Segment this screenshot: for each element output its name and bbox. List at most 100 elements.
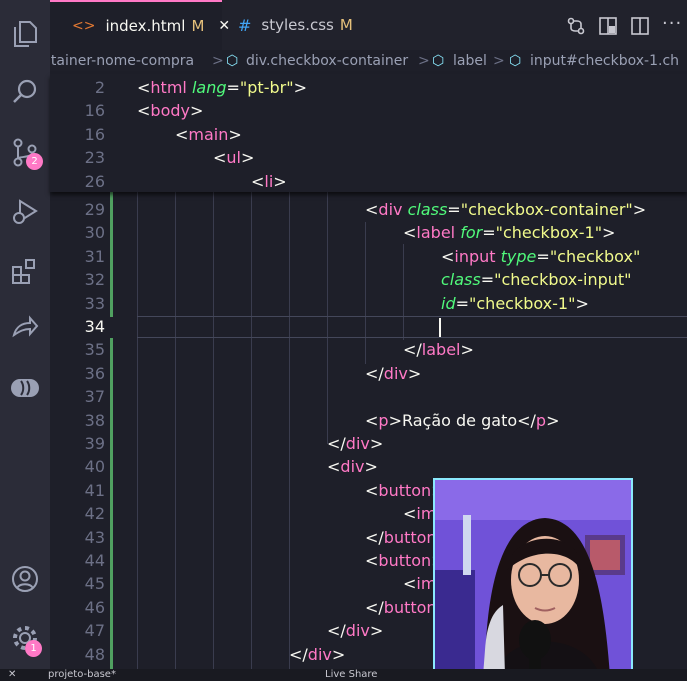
code-token: p bbox=[378, 410, 389, 430]
code-token: > bbox=[293, 78, 307, 97]
breadcrumb-item[interactable]: div.checkbox-container bbox=[246, 53, 408, 69]
line-number: 26 bbox=[84, 171, 105, 191]
code-token: > bbox=[228, 124, 242, 144]
editor-tab-bar: <> index.html M ✕ # styles.css M ··· bbox=[50, 0, 687, 50]
line-number: 38 bbox=[84, 410, 105, 430]
code-token: < bbox=[403, 504, 417, 524]
accounts-icon[interactable] bbox=[9, 563, 41, 595]
breadcrumb-separator: > bbox=[493, 53, 505, 69]
code-line[interactable]: 36 </div> bbox=[50, 362, 687, 385]
code-token: < bbox=[137, 78, 151, 97]
line-number: 43 bbox=[84, 527, 105, 547]
code-token: > bbox=[546, 410, 560, 430]
code-line[interactable]: 16 <body> bbox=[50, 99, 687, 122]
code-line[interactable]: 33 id="checkbox-1"> bbox=[50, 292, 687, 315]
code-text: <div class="checkbox-container"> bbox=[365, 198, 646, 221]
remote-explorer-icon[interactable] bbox=[9, 372, 41, 404]
breadcrumb-item[interactable]: input#checkbox-1.ch bbox=[530, 53, 679, 69]
line-number: 34 bbox=[84, 317, 105, 336]
line-number: 32 bbox=[84, 270, 105, 290]
code-token: > bbox=[364, 457, 378, 477]
tab-styles-css[interactable]: # styles.css M bbox=[222, 0, 353, 50]
source-control-badge: 2 bbox=[26, 153, 43, 170]
code-token: div bbox=[345, 434, 370, 453]
breadcrumb-item[interactable]: ntainer-nome-compra bbox=[50, 53, 194, 69]
code-token: = bbox=[480, 270, 495, 290]
live-share-status[interactable]: Live Share bbox=[325, 669, 377, 680]
code-token: > bbox=[407, 363, 422, 383]
code-token: < bbox=[403, 223, 417, 243]
code-token: body bbox=[150, 101, 190, 121]
code-line[interactable]: 26 <li> bbox=[50, 170, 687, 193]
code-token: > bbox=[602, 223, 616, 243]
compare-changes-icon[interactable] bbox=[566, 16, 586, 40]
code-token: < bbox=[137, 101, 151, 121]
search-icon[interactable] bbox=[9, 76, 41, 108]
code-token: "checkbox" bbox=[549, 246, 641, 266]
explorer-icon[interactable] bbox=[9, 18, 41, 50]
cube-icon: ⬡ bbox=[226, 53, 239, 69]
code-token: lang bbox=[191, 78, 227, 97]
accounts-badge: 1 bbox=[25, 640, 42, 657]
code-line[interactable]: 23 <ul> bbox=[50, 146, 687, 169]
extensions-icon[interactable] bbox=[9, 255, 41, 287]
line-number: 29 bbox=[84, 200, 105, 219]
code-line[interactable]: 16 <main> bbox=[50, 123, 687, 146]
sticky-scroll-header[interactable]: 2 <html lang="pt-br"> 16 <body> 16 <main> 23 <u… bbox=[50, 74, 687, 192]
code-token: = bbox=[482, 223, 496, 243]
code-token: < bbox=[365, 200, 379, 219]
code-token: < bbox=[213, 148, 227, 168]
code-token: </ bbox=[365, 363, 384, 383]
tab-modified-indicator: M bbox=[191, 17, 205, 35]
more-actions-icon[interactable]: ··· bbox=[662, 13, 682, 34]
code-token: </ bbox=[365, 597, 384, 617]
breadcrumb-separator: > bbox=[418, 53, 430, 69]
line-number: 2 bbox=[94, 78, 105, 97]
code-token: < bbox=[365, 480, 379, 500]
code-text: <label for="checkbox-1"> bbox=[403, 221, 615, 244]
code-token: > bbox=[273, 171, 287, 191]
code-token: html bbox=[150, 78, 187, 97]
code-line[interactable]: 2 <html lang="pt-br"> bbox=[50, 76, 687, 99]
run-debug-icon[interactable] bbox=[9, 195, 41, 227]
code-token: button bbox=[378, 480, 432, 500]
code-line[interactable]: 31 <input type="checkbox" bbox=[50, 245, 687, 268]
code-token: < bbox=[441, 246, 455, 266]
code-token: button bbox=[383, 527, 437, 547]
line-number: 44 bbox=[84, 551, 105, 570]
breadcrumb-item[interactable]: label bbox=[453, 53, 487, 69]
code-line[interactable]: 37 bbox=[50, 385, 687, 408]
code-token: div bbox=[383, 363, 408, 383]
remote-indicator-icon[interactable]: ✕ bbox=[8, 669, 16, 680]
code-line[interactable]: 39 </div> bbox=[50, 432, 687, 455]
code-token: "checkbox-1" bbox=[469, 293, 576, 313]
line-number: 45 bbox=[84, 574, 105, 594]
code-token: ul bbox=[226, 148, 241, 168]
git-branch[interactable]: projeto-base* bbox=[48, 669, 116, 680]
open-preview-icon[interactable] bbox=[598, 16, 618, 40]
code-token: < bbox=[365, 551, 379, 570]
tab-index-html[interactable]: <> index.html M ✕ bbox=[50, 0, 230, 50]
code-line[interactable]: 40 <div> bbox=[50, 455, 687, 478]
code-line[interactable]: 32 class="checkbox-input" bbox=[50, 268, 687, 291]
code-token: label bbox=[416, 223, 456, 243]
css-file-icon: # bbox=[238, 15, 252, 35]
html-file-icon: <> bbox=[72, 18, 96, 34]
line-number: 35 bbox=[84, 340, 105, 360]
code-token: > bbox=[331, 644, 346, 664]
code-token: id bbox=[441, 293, 456, 313]
code-text: id="checkbox-1"> bbox=[441, 292, 589, 315]
line-number: 33 bbox=[84, 293, 105, 313]
code-line[interactable]: 29 <div class="checkbox-container"> bbox=[50, 198, 687, 221]
presenter-video-image bbox=[435, 480, 631, 676]
code-text: </div> bbox=[365, 362, 421, 385]
code-line[interactable]: 34 bbox=[50, 315, 687, 338]
code-line[interactable]: 38 <p>Ração de gato</p> bbox=[50, 409, 687, 432]
code-token: </ bbox=[327, 621, 346, 641]
code-line[interactable]: 35 </label> bbox=[50, 338, 687, 361]
code-line[interactable]: 30 <label for="checkbox-1"> bbox=[50, 221, 687, 244]
code-token: >Ração de gato</ bbox=[388, 410, 536, 430]
line-number: 48 bbox=[84, 644, 105, 664]
split-editor-icon[interactable] bbox=[630, 16, 650, 40]
live-share-icon[interactable] bbox=[9, 312, 41, 344]
